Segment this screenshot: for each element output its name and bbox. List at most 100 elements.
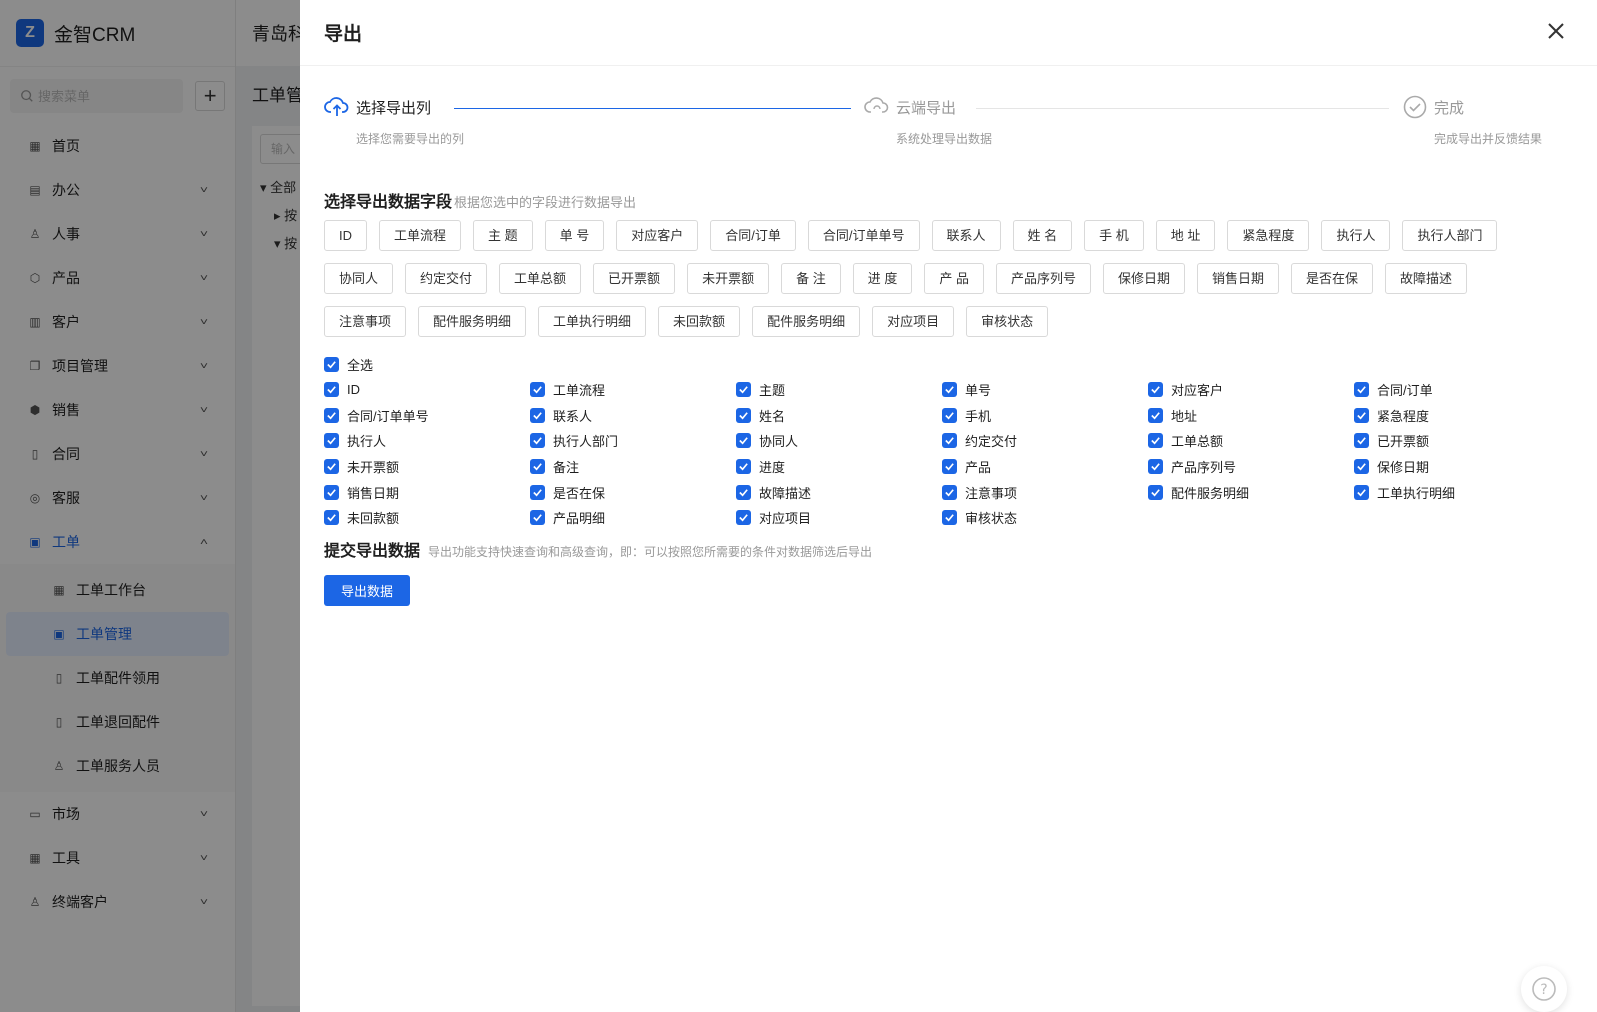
field-checkbox[interactable]: 合同/订单单号 <box>324 403 530 429</box>
field-checkbox[interactable]: 是否在保 <box>530 479 736 505</box>
field-checkbox[interactable]: 销售日期 <box>324 479 530 505</box>
field-tag[interactable]: 配件服务明细 <box>752 306 861 337</box>
field-checkbox[interactable]: 手机 <box>942 403 1148 429</box>
field-tag[interactable]: 约定交付 <box>405 263 488 294</box>
checkbox-checked-icon <box>1148 433 1163 449</box>
field-checkbox[interactable]: 产品明细 <box>530 505 736 531</box>
field-tag[interactable]: 合同/订单 <box>710 220 796 251</box>
checkbox-checked-icon <box>1148 459 1163 475</box>
checkbox-checked-icon <box>530 407 545 423</box>
svg-text:?: ? <box>1540 982 1547 998</box>
field-checkbox[interactable]: 工单执行明细 <box>1354 479 1560 505</box>
field-checkbox-grid: ID 工单流程 主题 单号 对应客户 合同/订单合同/订单单号 联系人 姓名 手机 地址 紧急程度执… <box>324 377 1573 531</box>
field-tag[interactable]: 执行人 <box>1321 220 1391 251</box>
field-checkbox[interactable]: 协同人 <box>736 428 942 454</box>
field-checkbox-label: 未回款额 <box>347 511 400 527</box>
field-tag[interactable]: 配件服务明细 <box>418 306 527 337</box>
field-tag[interactable]: 故障描述 <box>1385 263 1468 294</box>
field-checkbox[interactable]: 执行人部门 <box>530 428 736 454</box>
checkbox-checked-icon <box>736 433 751 449</box>
field-checkbox[interactable]: 主题 <box>736 377 942 403</box>
submit-section-header: 提交导出数据 导出功能支持快速查询和高级查询，即：可以按照您所需要的条件对数据筛… <box>324 537 1573 561</box>
field-tag[interactable]: 工单执行明细 <box>538 306 647 337</box>
checkbox-checked-icon <box>1354 382 1369 398</box>
steps: 选择导出列 选择您需要导出的列 云端导出 系统处理导出数据 完成 完成导出并反馈… <box>324 66 1573 178</box>
step-finish: 完成 完成导出并反馈结果 <box>1402 94 1542 147</box>
field-tag[interactable]: 姓 名 <box>1012 220 1073 251</box>
field-checkbox[interactable]: 进度 <box>736 454 942 480</box>
field-checkbox[interactable]: 注意事项 <box>942 479 1148 505</box>
field-tag[interactable]: 协同人 <box>324 263 394 294</box>
field-tag[interactable]: 联系人 <box>931 220 1001 251</box>
field-tag[interactable]: 进 度 <box>852 263 913 294</box>
export-drawer: 导出 选择导出列 选择您需要导出的列 云端导出 系统处理导出数据 完成 完成导出… <box>300 0 1597 1012</box>
field-checkbox[interactable]: 工单流程 <box>530 377 736 403</box>
close-icon[interactable] <box>1545 20 1567 42</box>
field-checkbox[interactable]: 单号 <box>942 377 1148 403</box>
help-button[interactable]: ? <box>1521 966 1567 1012</box>
field-checkbox[interactable]: 产品序列号 <box>1148 454 1354 480</box>
checkbox-checked-icon <box>1148 407 1163 423</box>
field-checkbox-label: 执行人 <box>347 434 387 450</box>
field-checkbox[interactable]: 工单总额 <box>1148 428 1354 454</box>
field-tag[interactable]: 对应项目 <box>872 306 955 337</box>
field-checkbox[interactable]: 对应项目 <box>736 505 942 531</box>
field-tag[interactable]: 对应客户 <box>616 220 699 251</box>
field-checkbox[interactable]: 联系人 <box>530 403 736 429</box>
field-checkbox[interactable]: 未开票额 <box>324 454 530 480</box>
field-checkbox-label: 合同/订单 <box>1377 383 1433 399</box>
checkbox-checked-icon <box>1148 484 1163 500</box>
field-tag[interactable]: 备 注 <box>781 263 841 294</box>
field-checkbox[interactable]: 未回款额 <box>324 505 530 531</box>
field-tag[interactable]: 注意事项 <box>324 306 407 337</box>
field-checkbox[interactable]: 对应客户 <box>1148 377 1354 403</box>
checkbox-checked-icon <box>530 433 545 449</box>
field-checkbox-label: 联系人 <box>553 408 593 424</box>
field-checkbox[interactable]: 紧急程度 <box>1354 403 1560 429</box>
select-all-checkbox[interactable]: 全选 <box>324 351 1573 377</box>
field-tag[interactable]: 紧急程度 <box>1227 220 1310 251</box>
field-tag[interactable]: 已开票额 <box>593 263 676 294</box>
field-checkbox[interactable]: 保修日期 <box>1354 454 1560 480</box>
field-checkbox[interactable]: ID <box>324 377 530 403</box>
field-checkbox[interactable]: 合同/订单 <box>1354 377 1560 403</box>
field-checkbox[interactable]: 配件服务明细 <box>1148 479 1354 505</box>
field-tag[interactable]: ID <box>324 220 367 251</box>
field-tag[interactable]: 手 机 <box>1084 220 1144 251</box>
field-tag[interactable]: 主 题 <box>473 220 533 251</box>
field-checkbox-label: 进度 <box>759 460 786 476</box>
export-data-button[interactable]: 导出数据 <box>324 574 410 606</box>
field-checkbox-label: 注意事项 <box>965 485 1018 501</box>
cloud-upload-icon <box>324 97 349 116</box>
field-tag[interactable]: 是否在保 <box>1291 263 1374 294</box>
field-tag[interactable]: 审核状态 <box>966 306 1049 337</box>
submit-section-title: 提交导出数据 <box>324 542 421 560</box>
field-checkbox-label: 保修日期 <box>1377 460 1430 476</box>
field-checkbox[interactable]: 姓名 <box>736 403 942 429</box>
field-tag[interactable]: 单 号 <box>544 220 605 251</box>
field-tag[interactable]: 工单流程 <box>379 220 462 251</box>
field-tag[interactable]: 未回款额 <box>658 306 741 337</box>
field-checkbox[interactable]: 已开票额 <box>1354 428 1560 454</box>
field-checkbox[interactable]: 执行人 <box>324 428 530 454</box>
field-checkbox-label: 备注 <box>553 460 580 476</box>
field-checkbox[interactable]: 审核状态 <box>942 505 1148 531</box>
field-tag[interactable]: 地 址 <box>1155 220 1216 251</box>
checkbox-checked-icon <box>1354 433 1369 449</box>
field-tag[interactable]: 产 品 <box>924 263 984 294</box>
field-checkbox-label: 合同/订单单号 <box>347 408 429 424</box>
field-checkbox[interactable]: 备注 <box>530 454 736 480</box>
field-tag[interactable]: 保修日期 <box>1102 263 1185 294</box>
field-checkbox[interactable]: 地址 <box>1148 403 1354 429</box>
select-all-label: 全选 <box>347 357 374 373</box>
field-tag[interactable]: 工单总额 <box>499 263 582 294</box>
field-tag[interactable]: 产品序列号 <box>995 263 1091 294</box>
field-tag[interactable]: 未开票额 <box>687 263 770 294</box>
field-tag[interactable]: 销售日期 <box>1196 263 1279 294</box>
field-checkbox[interactable]: 故障描述 <box>736 479 942 505</box>
field-checkbox[interactable]: 约定交付 <box>942 428 1148 454</box>
field-tag[interactable]: 合同/订单单号 <box>807 220 920 251</box>
field-checkbox[interactable]: 产品 <box>942 454 1148 480</box>
step-desc: 选择您需要导出的列 <box>356 132 465 146</box>
field-tag[interactable]: 执行人部门 <box>1402 220 1498 251</box>
